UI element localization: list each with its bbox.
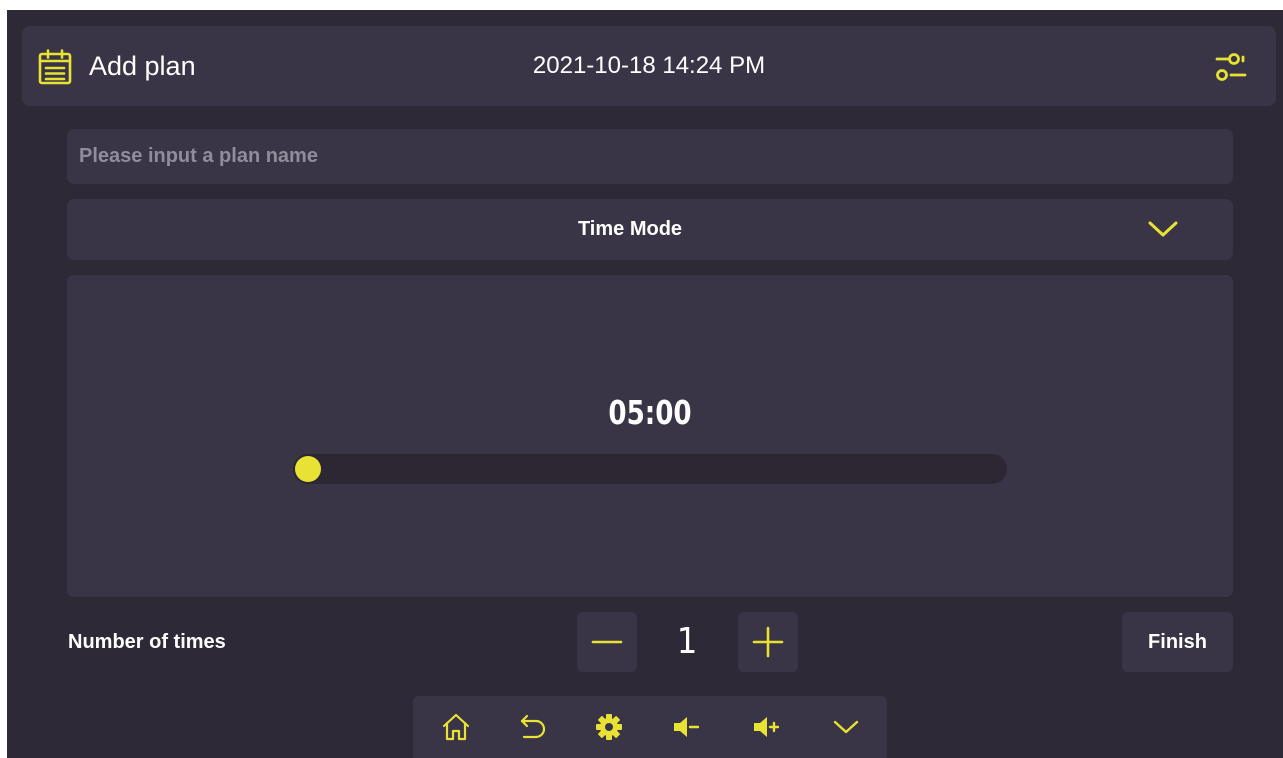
datetime-display: 2021-10-18 14:24 PM xyxy=(532,52,766,79)
app-screen: Add plan 2021-10-18 14:24 PM Time Mode 0… xyxy=(7,10,1283,758)
chevron-down-icon xyxy=(1148,221,1178,237)
mode-dropdown[interactable]: Time Mode xyxy=(67,199,1233,260)
home-icon[interactable] xyxy=(441,712,471,742)
volume-up-icon[interactable] xyxy=(751,712,781,742)
time-slider-track[interactable] xyxy=(293,454,1007,484)
finish-button[interactable]: Finish xyxy=(1122,612,1233,672)
decrement-button[interactable] xyxy=(577,612,637,672)
mode-selected-label: Time Mode xyxy=(577,218,683,240)
times-label: Number of times xyxy=(68,631,226,653)
times-value: 1 xyxy=(676,621,698,662)
back-icon[interactable] xyxy=(518,712,548,742)
increment-button[interactable] xyxy=(738,612,798,672)
timer-panel: 05:00 xyxy=(67,275,1233,597)
chevron-down-icon[interactable] xyxy=(831,712,861,742)
gear-icon[interactable] xyxy=(594,712,624,742)
sliders-icon[interactable] xyxy=(1214,50,1248,84)
time-slider-thumb[interactable] xyxy=(295,456,321,482)
timer-display: 05:00 xyxy=(608,393,692,432)
plan-name-input[interactable] xyxy=(67,129,1233,184)
plus-icon xyxy=(752,626,784,658)
bottom-nav xyxy=(413,696,887,758)
volume-down-icon[interactable] xyxy=(671,712,701,742)
minus-icon xyxy=(591,640,623,644)
header-bar: Add plan 2021-10-18 14:24 PM xyxy=(22,26,1276,106)
